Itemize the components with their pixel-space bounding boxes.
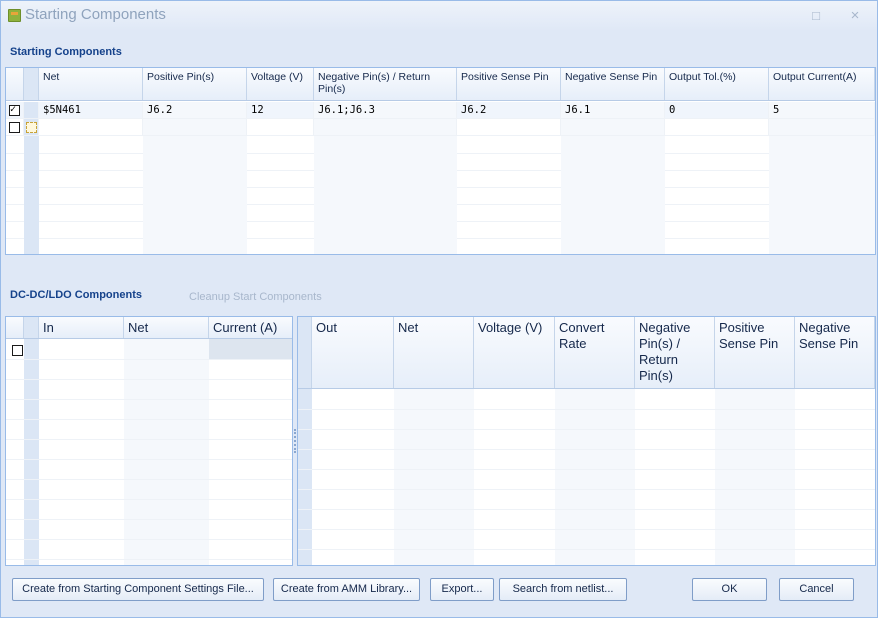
col-negative-sense-pin[interactable]: Negative Sense Pin xyxy=(561,68,665,100)
col-net[interactable]: Net xyxy=(39,68,143,100)
col-positive-sense-pin[interactable]: Positive Sense Pin xyxy=(457,68,561,100)
search-from-netlist-button[interactable]: Search from netlist... xyxy=(499,578,627,601)
cell-voltage[interactable]: 12 xyxy=(247,102,314,118)
dcdc-components-label: DC-DC/LDO Components xyxy=(10,289,142,301)
export-button[interactable]: Export... xyxy=(430,578,494,601)
new-row-indicator xyxy=(24,119,39,135)
new-row-select-cell xyxy=(6,119,24,135)
cancel-button[interactable]: Cancel xyxy=(779,578,854,601)
col-out-negative-pins[interactable]: Negative Pin(s) / Return Pin(s) xyxy=(635,317,715,388)
cleanup-start-components-link[interactable]: Cleanup Start Components xyxy=(189,291,322,303)
dcdc-output-grid[interactable]: Out Net Voltage (V) Convert Rate Negativ… xyxy=(297,316,876,566)
col-in[interactable]: In xyxy=(39,317,124,338)
dcdc-output-rows xyxy=(298,389,875,565)
new-row[interactable] xyxy=(6,119,875,136)
splitter-grip-icon xyxy=(294,429,296,453)
title-bar: Starting Components □ × xyxy=(1,1,877,31)
ok-button[interactable]: OK xyxy=(692,578,767,601)
header-row-indicator xyxy=(24,68,39,100)
col-voltage[interactable]: Voltage (V) xyxy=(247,68,314,100)
new-row-pencil-icon xyxy=(26,122,37,133)
col-in-net[interactable]: Net xyxy=(124,317,209,338)
col-output-tol[interactable]: Output Tol.(%) xyxy=(665,68,769,100)
new-row-checkbox[interactable] xyxy=(9,122,20,133)
row-select-cell xyxy=(6,102,24,118)
dcdc-output-header: Out Net Voltage (V) Convert Rate Negativ… xyxy=(298,317,875,389)
cell-negative-pins[interactable]: J6.1;J6.3 xyxy=(314,102,457,118)
row-checkbox[interactable] xyxy=(9,103,20,116)
col-out-net[interactable]: Net xyxy=(394,317,474,388)
dcdc-input-grid[interactable]: In Net Current (A) xyxy=(5,316,293,566)
col-negative-pins[interactable]: Negative Pin(s) / Return Pin(s) xyxy=(314,68,457,100)
starting-grid-header: Net Positive Pin(s) Voltage (V) Negative… xyxy=(6,68,875,101)
cell-output-current[interactable]: 5 xyxy=(769,102,875,118)
starting-components-grid[interactable]: Net Positive Pin(s) Voltage (V) Negative… xyxy=(5,67,876,255)
col-output-current[interactable]: Output Current(A) xyxy=(769,68,875,100)
header-select xyxy=(6,68,24,100)
row-indicator xyxy=(24,102,39,118)
create-from-amm-library-button[interactable]: Create from AMM Library... xyxy=(273,578,420,601)
cell-output-tol[interactable]: 0 xyxy=(665,102,769,118)
dcdc-input-new-row-checkbox[interactable] xyxy=(12,345,23,356)
col-out-positive-sense-pin[interactable]: Positive Sense Pin xyxy=(715,317,795,388)
col-out-voltage[interactable]: Voltage (V) xyxy=(474,317,555,388)
col-out-negative-sense-pin[interactable]: Negative Sense Pin xyxy=(795,317,875,388)
col-out[interactable]: Out xyxy=(312,317,394,388)
create-from-settings-file-button[interactable]: Create from Starting Component Settings … xyxy=(12,578,264,601)
dcdc-input-header: In Net Current (A) xyxy=(6,317,292,339)
cell-negative-sense-pin[interactable]: J6.1 xyxy=(561,102,665,118)
col-in-current[interactable]: Current (A) xyxy=(209,317,292,338)
window-title: Starting Components xyxy=(25,6,166,23)
starting-components-window: Starting Components □ × Starting Compone… xyxy=(0,0,878,618)
cell-positive-pins[interactable]: J6.2 xyxy=(143,102,247,118)
cell-net[interactable]: $5N461 xyxy=(39,102,143,118)
close-button[interactable]: × xyxy=(846,7,864,25)
starting-components-label: Starting Components xyxy=(10,46,122,58)
dcdc-input-rows xyxy=(6,339,292,565)
starting-grid-empty-rows xyxy=(6,136,875,254)
cell-positive-sense-pin[interactable]: J6.2 xyxy=(457,102,561,118)
app-icon xyxy=(8,9,21,22)
table-row[interactable]: $5N461 J6.2 12 J6.1;J6.3 J6.2 J6.1 0 5 xyxy=(6,102,875,119)
col-positive-pins[interactable]: Positive Pin(s) xyxy=(143,68,247,100)
col-convert-rate[interactable]: Convert Rate xyxy=(555,317,635,388)
maximize-button[interactable]: □ xyxy=(807,7,825,25)
